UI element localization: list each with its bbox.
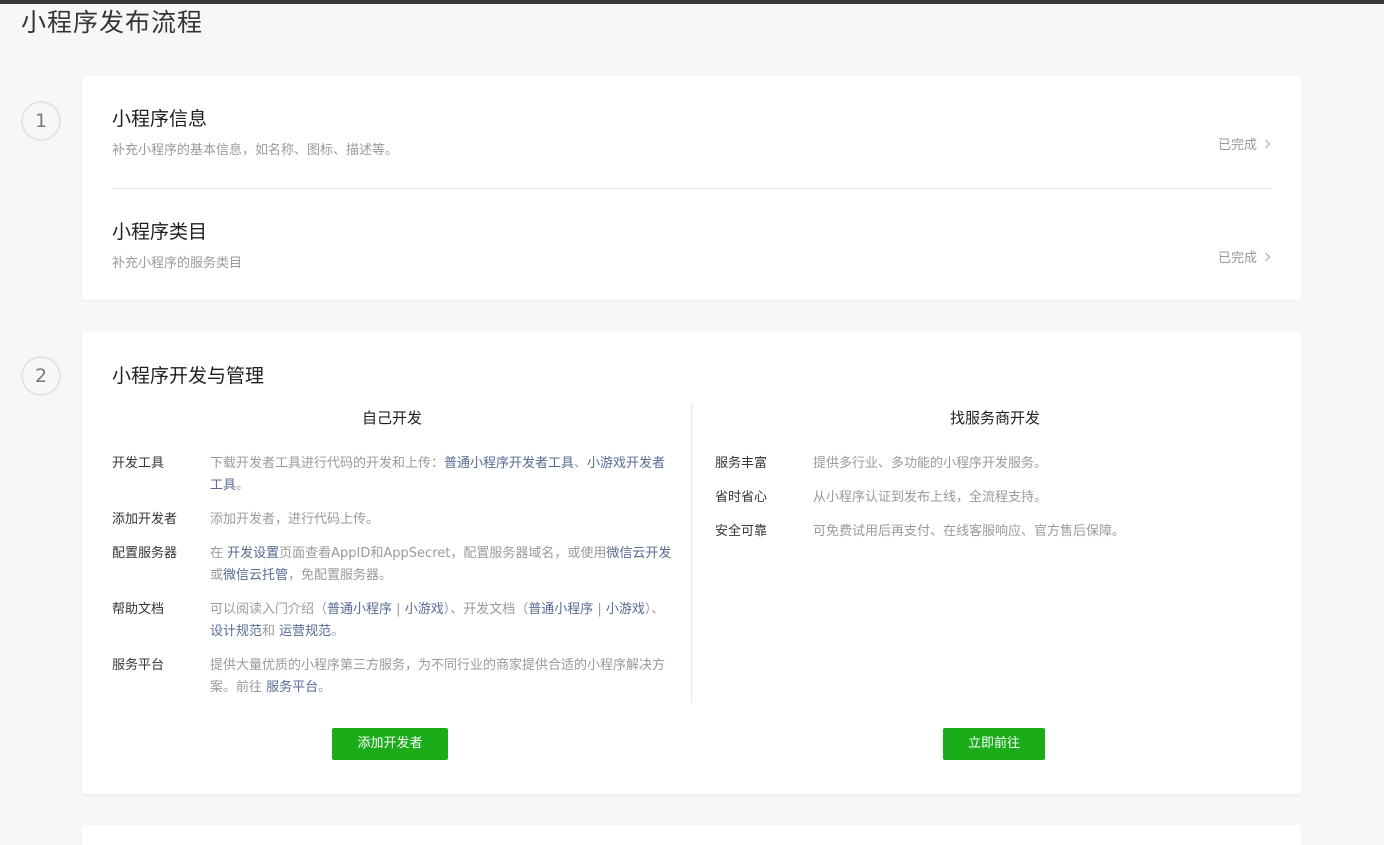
link-design-guide[interactable]: 设计规范 — [210, 624, 262, 639]
item-label: 省时省心 — [715, 490, 768, 505]
item-text: 提供大量优质的小程序第三方服务，为不同行业的商家提供合适的小程序解决方案。前往 … — [210, 655, 672, 699]
item-label: 开发工具 — [112, 456, 165, 471]
item-text: 提供多行业、多功能的小程序开发服务。 — [813, 456, 1048, 471]
item-text: 可免费试用后再支付、在线客服响应、官方售后保障。 — [813, 524, 1126, 539]
item-text: 添加开发者，进行代码上传。 — [210, 512, 380, 527]
text: | — [593, 602, 606, 617]
link-dev-settings[interactable]: 开发设置 — [227, 546, 279, 561]
page-title: 小程序发布流程 — [21, 8, 204, 37]
go-now-button[interactable]: 立即前往 — [943, 728, 1045, 760]
add-developer-button[interactable]: 添加开发者 — [332, 728, 448, 760]
link-docs-game[interactable]: 小游戏 — [606, 602, 645, 617]
column-title: 找服务商开发 — [949, 409, 1040, 427]
link-devtools[interactable]: 普通小程序开发者工具 — [444, 456, 574, 471]
chevron-right-icon — [1261, 252, 1271, 261]
item-label: 服务丰富 — [715, 456, 768, 471]
text: 或 — [210, 568, 224, 583]
item-label: 服务平台 — [112, 658, 165, 673]
status-link[interactable]: 已完成 — [1217, 134, 1271, 153]
item-text: 从小程序认证到发布上线，全流程支持。 — [813, 490, 1048, 505]
row-desc: 补充小程序的服务类目 — [112, 256, 243, 271]
list-item: 服务平台 提供大量优质的小程序第三方服务，为不同行业的商家提供合适的小程序解决方… — [112, 655, 672, 699]
text: 。 — [331, 624, 345, 639]
item-label: 配置服务器 — [112, 546, 178, 561]
column-title: 自己开发 — [361, 409, 422, 427]
chevron-right-icon — [1261, 139, 1271, 148]
text: 。 — [236, 478, 250, 493]
text: ）、开发文档（ — [443, 602, 529, 617]
list-item: 省时省心 从小程序认证到发布上线，全流程支持。 — [715, 487, 1275, 509]
step3-card — [82, 825, 1301, 845]
status-link[interactable]: 已完成 — [1217, 247, 1271, 266]
link-docs-miniprogram[interactable]: 普通小程序 — [528, 602, 593, 617]
row-title: 小程序类目 — [112, 221, 208, 243]
step2-card: 小程序开发与管理 自己开发 开发工具 下载开发者工具进行代码的开发和上传：普通小… — [82, 331, 1301, 794]
text: 在 — [210, 546, 228, 561]
text: ）、 — [644, 602, 665, 617]
provider-develop-column: 找服务商开发 服务丰富 提供多行业、多功能的小程序开发服务。 省时省心 从小程序… — [715, 401, 1275, 555]
text: ，免配置服务器。 — [288, 568, 393, 583]
link-intro-miniprogram[interactable]: 普通小程序 — [327, 602, 392, 617]
link-cloud-hosting[interactable]: 微信云托管 — [223, 568, 288, 583]
text: 可以阅读入门介绍（ — [210, 602, 328, 617]
status-label: 已完成 — [1217, 251, 1257, 266]
item-text: 在 开发设置页面查看AppID和AppSecret，配置服务器域名，或使用微信云… — [210, 543, 672, 587]
divider — [112, 188, 1271, 189]
status-label: 已完成 — [1217, 138, 1257, 153]
text: 和 — [262, 624, 280, 639]
row-desc: 补充小程序的基本信息，如名称、图标、描述等。 — [112, 143, 399, 158]
item-text: 可以阅读入门介绍（普通小程序 | 小游戏）、开发文档（普通小程序 | 小游戏）、… — [210, 599, 672, 643]
step1-card: 小程序信息 补充小程序的基本信息，如名称、图标、描述等。 已完成 小程序类目 补… — [82, 76, 1301, 300]
link-service-platform[interactable]: 服务平台 — [266, 680, 318, 695]
self-develop-column: 自己开发 开发工具 下载开发者工具进行代码的开发和上传：普通小程序开发者工具、小… — [112, 401, 672, 711]
text: 下载开发者工具进行代码的开发和上传： — [210, 456, 445, 471]
link-cloud-dev[interactable]: 微信云开发 — [606, 546, 671, 561]
list-item: 开发工具 下载开发者工具进行代码的开发和上传：普通小程序开发者工具、小游戏开发者… — [112, 453, 672, 497]
step-number-2: 2 — [21, 356, 61, 396]
list-item: 配置服务器 在 开发设置页面查看AppID和AppSecret，配置服务器域名，… — [112, 543, 672, 587]
top-bar — [0, 0, 1384, 4]
column-divider — [691, 403, 692, 703]
text: | — [392, 602, 405, 617]
list-item: 帮助文档 可以阅读入门介绍（普通小程序 | 小游戏）、开发文档（普通小程序 | … — [112, 599, 672, 643]
info-row-basic[interactable]: 小程序信息 补充小程序的基本信息，如名称、图标、描述等。 已完成 — [112, 104, 1271, 158]
list-item: 安全可靠 可免费试用后再支付、在线客服响应、官方售后保障。 — [715, 521, 1275, 543]
list-item: 服务丰富 提供多行业、多功能的小程序开发服务。 — [715, 453, 1275, 475]
section-title: 小程序开发与管理 — [112, 365, 265, 387]
step-number-1: 1 — [21, 101, 61, 141]
list-item: 添加开发者 添加开发者，进行代码上传。 — [112, 509, 672, 531]
item-text: 下载开发者工具进行代码的开发和上传：普通小程序开发者工具、小游戏开发者工具。 — [210, 453, 672, 497]
text: 页面查看AppID和AppSecret，配置服务器域名，或使用 — [279, 546, 607, 561]
text: 、 — [574, 456, 588, 471]
item-label: 帮助文档 — [112, 602, 165, 617]
link-intro-game[interactable]: 小游戏 — [405, 602, 444, 617]
item-label: 安全可靠 — [715, 524, 768, 539]
text: 。 — [318, 680, 332, 695]
item-label: 添加开发者 — [112, 512, 178, 527]
info-row-category[interactable]: 小程序类目 补充小程序的服务类目 已完成 — [112, 217, 1271, 271]
link-ops-guide[interactable]: 运营规范 — [279, 624, 331, 639]
row-title: 小程序信息 — [112, 108, 208, 130]
